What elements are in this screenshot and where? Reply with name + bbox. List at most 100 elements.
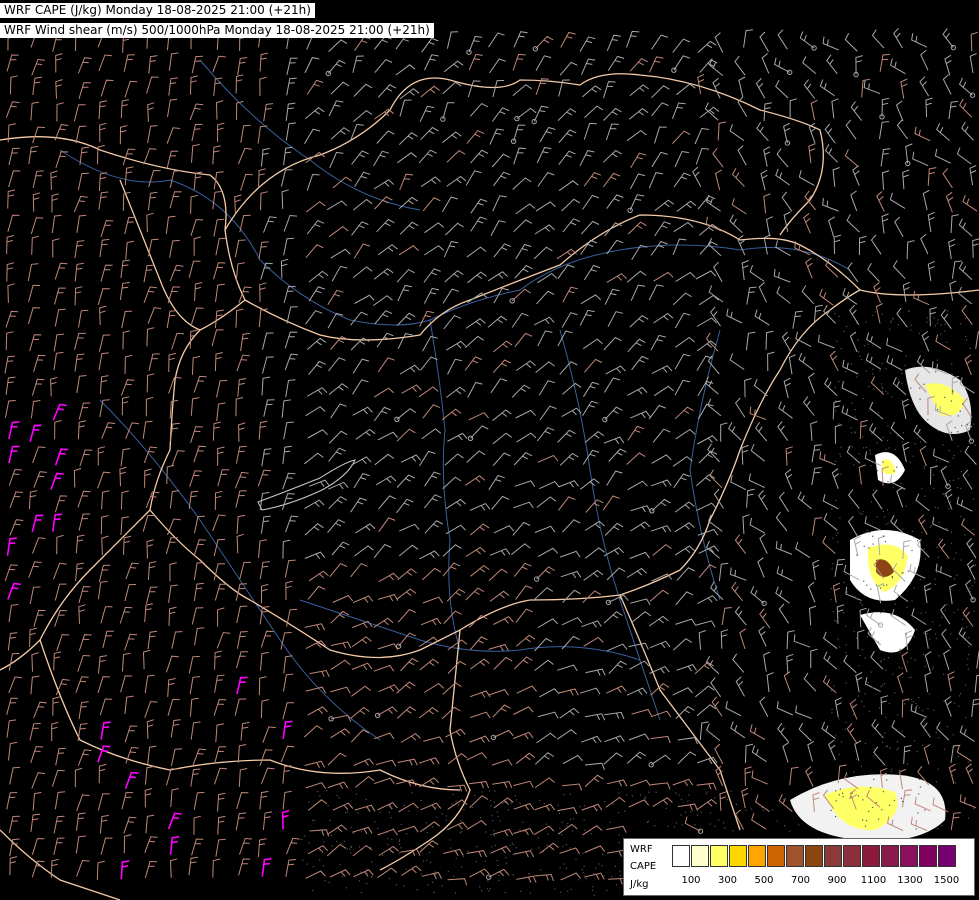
legend-swatch [767,845,785,867]
hatch-dot [877,641,879,643]
hatch-dot [879,587,882,589]
hatch-dot [520,890,522,892]
hatch-dot [529,873,531,875]
hatch-dot [917,812,919,814]
hatch-dot [879,416,881,418]
hatch-dot [950,531,952,533]
hatch-dot [881,313,883,315]
hatch-dot [845,573,847,575]
hatch-dot [399,843,401,845]
hatch-dot [951,363,953,365]
hatch-dot [953,455,955,457]
hatch-dot [882,461,884,463]
hatch-dot [901,441,903,443]
hatch-dot [845,652,847,654]
hatch-dot [935,371,937,373]
hatch-dot [696,814,699,816]
hatch-dot [435,806,437,808]
hatch-dot [831,712,833,714]
hatch-dot [923,465,925,467]
hatch-dot [857,339,859,341]
hatch-dot [870,671,872,673]
hatch-dot [854,409,856,411]
hatch-dot [890,321,892,323]
legend-tick-label: 1500 [933,875,960,886]
hatch-dot [838,753,840,756]
hatch-dot [952,391,954,393]
hatch-dot [789,830,791,832]
hatch-dot [963,615,965,617]
hatch-dot [606,889,608,892]
hatch-dot [902,432,905,434]
hatch-dot [968,646,970,648]
hatch-dot [390,804,392,806]
hatch-dot [667,825,669,827]
hatch-dot [872,535,874,537]
hatch-dot [863,595,866,597]
hatch-dot [506,862,508,864]
hatch-dot [547,833,549,835]
hatch-dot [858,695,860,697]
hatch-dot [918,778,921,780]
hatch-dot [941,825,943,827]
map-title-cape: WRF CAPE (J/kg) Monday 18-08-2025 21:00 … [0,3,315,18]
hatch-dot [853,457,855,459]
hatch-dot [957,756,960,758]
hatch-dot [852,700,854,702]
hatch-dot [858,453,860,455]
hatch-dot [408,810,410,812]
hatch-dot [540,869,542,871]
hatch-dot [870,501,873,503]
cape-legend: WRF CAPE J/kg 100 300 500 700 900 1100 1300 150… [623,838,975,896]
hatch-dot [690,811,692,813]
hatch-dot [538,847,540,849]
hatch-dot [847,446,849,448]
hatch-dot [562,845,564,847]
hatch-dot [579,805,581,808]
hatch-dot [560,834,562,836]
hatch-dot [484,860,486,862]
hatch-dot [960,515,962,517]
hatch-dot [969,590,971,593]
hatch-dot [312,819,314,821]
hatch-dot [967,817,970,819]
hatch-dot [966,626,968,628]
hatch-dot [863,580,865,582]
hatch-dot [943,493,945,495]
hatch-dot [554,888,556,890]
hatch-dot [946,527,948,529]
hatch-dot [601,865,603,867]
hatch-dot [403,885,405,887]
legend-tick-label: 500 [754,875,774,886]
hatch-dot [949,501,952,503]
hatch-dot [467,850,469,852]
hatch-dot [960,323,962,325]
hatch-dot [897,595,899,597]
hatch-dot [485,831,487,833]
hatch-dot [868,386,870,388]
hatch-dot [864,742,867,744]
hatch-dot [881,759,883,762]
hatch-dot [448,828,450,830]
hatch-dot [865,446,868,448]
hatch-dot [750,808,753,810]
hatch-dot [876,516,878,518]
hatch-dot [338,797,340,799]
hatch-dot [567,822,569,825]
hatch-dot [863,706,865,708]
hatch-dot [885,716,887,718]
hatch-dot [969,587,971,589]
hatch-dot [960,470,963,473]
hatch-dot [903,663,905,665]
hatch-dot [911,676,913,678]
hatch-dot [864,657,866,659]
hatch-dot [835,816,837,818]
hatch-dot [504,891,506,894]
hatch-dot [856,376,858,378]
hatch-dot [922,710,924,712]
hatch-dot [859,512,861,514]
hatch-dot [928,693,931,695]
hatch-dot [838,315,840,317]
hatch-dot [944,323,946,326]
hatch-dot [853,714,855,716]
